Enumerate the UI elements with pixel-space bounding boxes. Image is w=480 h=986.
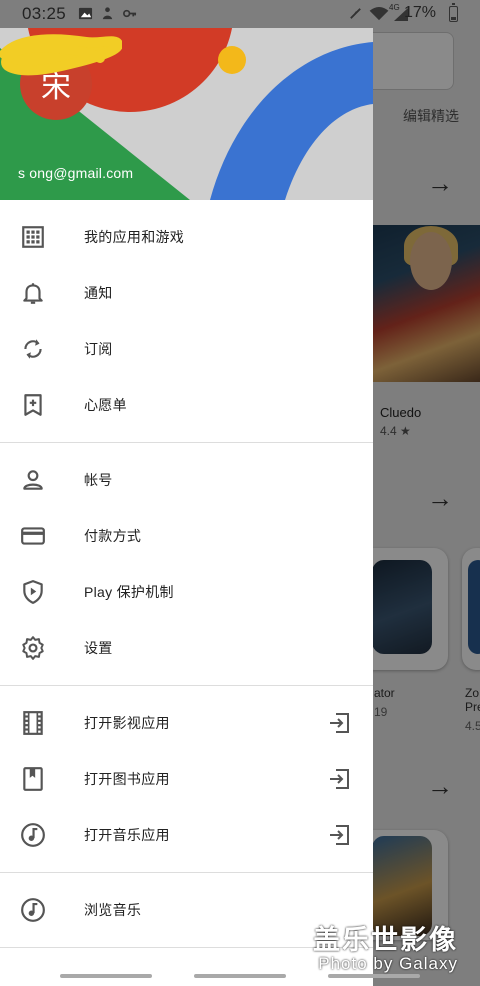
menu-item-label: Play 保护机制	[84, 584, 174, 600]
menu-item-my-apps-games[interactable]: 我的应用和游戏	[0, 209, 373, 265]
menu-item-settings[interactable]: 设置	[0, 620, 373, 676]
menu-group-apps: 我的应用和游戏 通知 订阅 心愿单	[0, 200, 373, 443]
film-icon	[23, 711, 43, 735]
menu-item-account[interactable]: 帐号	[0, 452, 373, 508]
nav-recents-handle[interactable]	[60, 974, 152, 978]
menu-item-label: 打开图书应用	[84, 771, 170, 787]
status-bar: 03:25 4G 17%	[0, 0, 480, 28]
redaction-scribble	[0, 34, 122, 76]
menu-item-label: 通知	[84, 285, 113, 301]
menu-item-notifications[interactable]: 通知	[0, 265, 373, 321]
music-note-icon	[21, 823, 45, 847]
menu-group-open-apps: 打开影视应用 打开图书应用 打开音乐应用	[0, 686, 373, 873]
menu-item-play-protect[interactable]: Play 保护机制	[0, 564, 373, 620]
open-external-icon[interactable]	[327, 767, 351, 791]
menu-group-account: 帐号 付款方式 Play 保护机制 设置	[0, 443, 373, 686]
status-time: 03:25	[22, 4, 67, 23]
menu-item-open-books[interactable]: 打开图书应用	[0, 751, 373, 807]
bookmark-add-icon	[24, 394, 42, 416]
app-notification-icon	[102, 7, 113, 20]
menu-item-subscriptions[interactable]: 订阅	[0, 321, 373, 377]
shield-play-icon	[23, 580, 43, 604]
menu-item-open-movies[interactable]: 打开影视应用	[0, 695, 373, 751]
menu-item-label: 付款方式	[84, 528, 142, 544]
battery-percent: 17%	[403, 4, 436, 21]
apps-grid-icon	[22, 226, 44, 248]
menu-item-label: 我的应用和游戏	[84, 229, 185, 245]
menu-item-open-music[interactable]: 打开音乐应用	[0, 807, 373, 863]
gear-icon	[22, 636, 44, 660]
music-note-icon	[21, 898, 45, 922]
refresh-icon	[24, 339, 42, 359]
mute-icon	[350, 8, 361, 19]
watermark: 盖乐世影像 Photo by Galaxy	[313, 918, 458, 974]
open-external-icon[interactable]	[327, 711, 351, 735]
nav-back-handle[interactable]	[328, 974, 420, 978]
key-icon	[123, 9, 137, 18]
menu-item-label: 设置	[84, 640, 113, 656]
battery-icon	[449, 3, 458, 22]
book-icon	[23, 767, 43, 791]
menu-item-wishlist[interactable]: 心愿单	[0, 377, 373, 433]
screen: 编辑精选 → Cluedo 4.4 ★ → ator 19 Zo Pre 4.5…	[0, 0, 480, 986]
menu-item-label: 心愿单	[84, 397, 127, 413]
watermark-main: 盖乐世影像	[313, 925, 458, 955]
bell-icon	[23, 283, 43, 304]
drawer-header[interactable]: 宋 s ong@gmail.com	[0, 28, 373, 200]
menu-item-payment-methods[interactable]: 付款方式	[0, 508, 373, 564]
watermark-sub: Photo by Galaxy	[318, 954, 458, 973]
menu-item-label: 打开影视应用	[84, 715, 170, 731]
credit-card-icon	[21, 527, 45, 545]
gallery-notification-icon	[78, 7, 93, 20]
menu-item-label: 订阅	[84, 341, 113, 357]
person-icon	[23, 470, 43, 490]
navigation-drawer: 宋 s ong@gmail.com 我的应用和游戏 通知 订阅 心愿单 帐号 付…	[0, 28, 373, 986]
menu-item-label: 帐号	[84, 472, 113, 488]
open-external-icon[interactable]	[327, 823, 351, 847]
account-email[interactable]: s ong@gmail.com	[18, 165, 133, 181]
menu-item-label: 浏览音乐	[84, 902, 142, 918]
menu-item-label: 打开音乐应用	[84, 827, 170, 843]
nav-home-handle[interactable]	[194, 974, 286, 978]
wifi-icon	[369, 6, 389, 21]
